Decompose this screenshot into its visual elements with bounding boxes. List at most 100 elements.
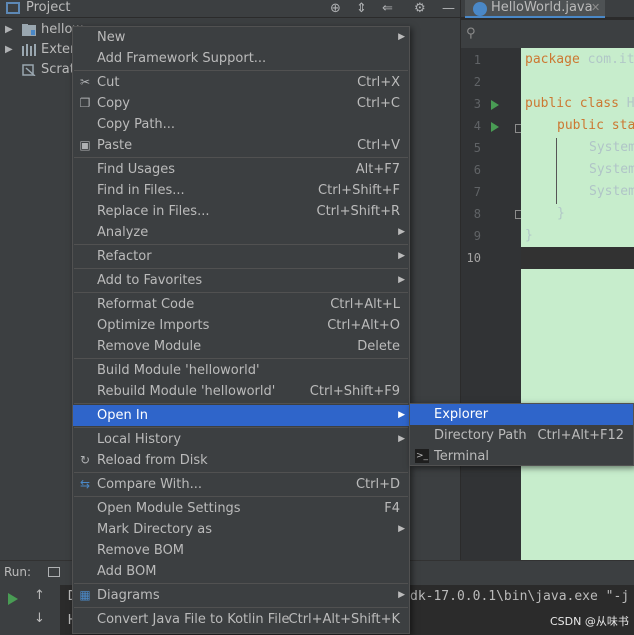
menu-item-remove-module[interactable]: Remove Module Delete [73,336,409,357]
run-toolbar: ↑ ↓ [0,585,60,635]
menu-item-label: Refactor [97,249,152,264]
project-panel-title[interactable]: Project [26,0,70,16]
diagram-icon: ▦ [79,588,91,602]
line-number: 2 [473,75,481,89]
menu-separator [74,427,408,428]
submenu-item-explorer[interactable]: Explorer [410,404,633,425]
menu-item-shortcut: Alt+F7 [355,162,400,177]
submenu-arrow-icon: ▶ [398,227,405,237]
menu-item-shortcut: Ctrl+Alt+Shift+K [288,612,400,627]
tree-item-label: Scrat [41,62,75,77]
arrow-down-icon[interactable]: ↓ [34,611,45,626]
collapse-all-icon[interactable]: ⇐ [382,1,393,17]
clipboard-icon: ▣ [79,138,91,152]
line-number: 6 [473,163,481,177]
close-icon[interactable]: ✕ [591,0,600,16]
menu-item-mark-directory-as[interactable]: Mark Directory as ▶ [73,519,409,540]
menu-separator [74,268,408,269]
menu-item-new[interactable]: New ▶ [73,27,409,48]
menu-item-build-module[interactable]: Build Module 'helloworld' [73,360,409,381]
menu-item-label: Analyze [97,225,149,240]
code-line: package com.it [525,52,634,67]
copy-icon: ❐ [79,96,91,110]
menu-item-add-to-favorites[interactable]: Add to Favorites ▶ [73,270,409,291]
menu-item-find-in-files[interactable]: Find in Files... Ctrl+Shift+F [73,180,409,201]
menu-item-open-in[interactable]: Open In ▶ [73,405,409,426]
menu-item-label: Paste [97,138,133,153]
menu-separator [74,496,408,497]
menu-separator [74,472,408,473]
menu-item-shortcut: Ctrl+Shift+R [316,204,401,219]
menu-separator [74,292,408,293]
line-number: 3 [473,97,481,111]
submenu-item-terminal[interactable]: >_ Terminal [410,446,633,467]
submenu-arrow-icon: ▶ [398,32,405,42]
project-header: Project ⊕ ⇕ ⇐ ⚙ — [0,0,460,18]
menu-item-label: Add Framework Support... [97,51,267,66]
search-icon[interactable]: ⚲ [466,26,476,41]
line-number: 1 [473,53,481,67]
menu-item-optimize-imports[interactable]: Optimize Imports Ctrl+Alt+O [73,315,409,336]
code-editor[interactable]: package com.it public class H public sta… [521,48,634,560]
menu-item-label: Remove BOM [97,543,185,558]
menu-item-paste[interactable]: ▣ Paste Ctrl+V [73,135,409,156]
menu-item-remove-bom[interactable]: Remove BOM [73,540,409,561]
menu-item-shortcut: Ctrl+Alt+O [327,318,400,333]
menu-item-label: Explorer [434,407,489,422]
menu-item-label: Add BOM [97,564,157,579]
menu-item-label: Find in Files... [97,183,185,198]
tab-helloworld-java[interactable]: HelloWorld.java ✕ [465,0,605,18]
menu-item-convert-to-kotlin[interactable]: Convert Java File to Kotlin File Ctrl+Alt… [73,609,409,630]
run-method-icon[interactable] [491,122,499,132]
menu-item-cut[interactable]: ✂ Cut Ctrl+X [73,72,409,93]
rerun-icon[interactable] [8,593,18,605]
menu-item-find-usages[interactable]: Find Usages Alt+F7 [73,159,409,180]
keyword: public sta [557,118,634,133]
expand-arrow-icon[interactable]: ▶ [5,20,13,40]
submenu-item-directory-path[interactable]: Directory Path Ctrl+Alt+F12 [410,425,633,446]
menu-item-label: Add to Favorites [97,273,203,288]
menu-item-local-history[interactable]: Local History ▶ [73,429,409,450]
menu-item-shortcut: Ctrl+D [355,477,400,492]
submenu-arrow-icon: ▶ [398,251,405,261]
menu-item-label: Directory Path [434,428,527,443]
menu-item-add-bom[interactable]: Add BOM [73,561,409,582]
tab-label: HelloWorld.java [491,0,593,15]
menu-item-label: Mark Directory as [97,522,212,537]
expand-arrow-icon[interactable]: ▶ [5,40,13,60]
menu-item-compare-with[interactable]: ⇆ Compare With... Ctrl+D [73,474,409,495]
menu-item-shortcut: Ctrl+C [356,96,400,111]
menu-item-shortcut: Ctrl+Shift+F [318,183,400,198]
menu-item-add-framework-support[interactable]: Add Framework Support... [73,48,409,69]
submenu-arrow-icon: ▶ [398,410,405,420]
menu-item-analyze[interactable]: Analyze ▶ [73,222,409,243]
terminal-icon: >_ [415,449,429,463]
code-line: System [589,184,634,199]
crosshair-icon[interactable]: ⊕ [330,1,341,17]
expand-all-icon[interactable]: ⇕ [356,1,367,17]
menu-item-reformat-code[interactable]: Reformat Code Ctrl+Alt+L [73,294,409,315]
menu-item-diagrams[interactable]: ▦ Diagrams ▶ [73,585,409,606]
editor-search-bar[interactable]: ⚲ [461,20,634,48]
menu-item-label: Open In [97,408,148,423]
run-class-icon[interactable] [491,100,499,110]
menu-item-copy[interactable]: ❐ Copy Ctrl+C [73,93,409,114]
line-number: 10 [466,251,481,265]
gear-icon[interactable]: ⚙ [414,1,426,17]
menu-item-copy-path[interactable]: Copy Path... [73,114,409,135]
minimize-icon[interactable]: — [442,1,455,17]
menu-item-rebuild-module[interactable]: Rebuild Module 'helloworld' Ctrl+Shift+F9 [73,381,409,402]
menu-item-open-module-settings[interactable]: Open Module Settings F4 [73,498,409,519]
arrow-up-icon[interactable]: ↑ [34,588,45,603]
module-folder-icon [22,24,36,36]
menu-separator [74,583,408,584]
menu-item-label: New [97,30,126,45]
menu-item-refactor[interactable]: Refactor ▶ [73,246,409,267]
run-tab-icon[interactable] [48,567,60,577]
line-number: 7 [473,185,481,199]
indent-guide [556,138,557,204]
menu-item-replace-in-files[interactable]: Replace in Files... Ctrl+Shift+R [73,201,409,222]
menu-item-reload-from-disk[interactable]: ↻ Reload from Disk [73,450,409,471]
code-line: public class H [525,96,634,111]
menu-item-label: Copy Path... [97,117,176,132]
